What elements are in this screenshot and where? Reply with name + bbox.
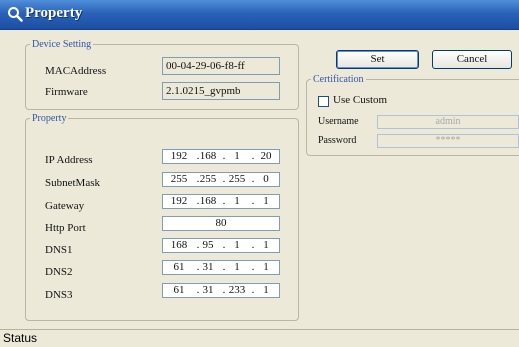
- ip-octet: 0: [263, 173, 269, 185]
- http-port-field[interactable]: 80: [162, 216, 280, 231]
- property-legend: Property: [32, 113, 67, 124]
- password-field[interactable]: *****: [377, 134, 519, 148]
- ip-octet: 1: [263, 195, 269, 207]
- ip-octet: 31: [202, 284, 214, 296]
- mac-address-label: MACAddress: [45, 65, 107, 77]
- certification-legend: Certification: [313, 74, 364, 85]
- username-field[interactable]: admin: [377, 115, 519, 129]
- ip-octet: 1: [234, 261, 240, 273]
- ip-octet: 192: [170, 150, 188, 162]
- subnet-mask-field[interactable]: 255 . 255 . 255 . 0: [162, 172, 280, 187]
- mac-address-field: 00-04-29-06-f8-ff: [162, 57, 280, 75]
- password-label: Password: [318, 135, 357, 146]
- subnet-mask-label: SubnetMask: [45, 177, 100, 189]
- gateway-field[interactable]: 192 . 168 . 1 . 1: [162, 194, 280, 209]
- dns3-label: DNS3: [45, 289, 73, 301]
- status-text: Status: [3, 331, 38, 345]
- ip-octet: 168: [199, 150, 217, 162]
- ip-octet: 1: [263, 261, 269, 273]
- ip-octet: 233: [228, 284, 246, 296]
- use-custom-label: Use Custom: [333, 94, 388, 106]
- dns1-label: DNS1: [45, 244, 73, 256]
- ip-octet: 255: [170, 173, 188, 185]
- dns2-field[interactable]: 61 . 31 . 1 . 1: [162, 260, 280, 275]
- device-setting-legend: Device Setting: [32, 39, 92, 50]
- magnifier-icon: [7, 6, 23, 22]
- ip-octet: 20: [260, 150, 272, 162]
- ip-octet: 1: [234, 195, 240, 207]
- ip-octet: 168: [199, 195, 217, 207]
- window-title: Property: [25, 5, 83, 21]
- ip-octet: 168: [170, 239, 188, 251]
- ip-address-field[interactable]: 192 . 168 . 1 . 20: [162, 149, 280, 164]
- ip-octet: 255: [199, 173, 217, 185]
- ip-octet: 255: [228, 173, 246, 185]
- cancel-button[interactable]: Cancel: [432, 50, 512, 69]
- ip-octet: 31: [202, 261, 214, 273]
- gateway-label: Gateway: [45, 200, 85, 212]
- username-label: Username: [318, 116, 359, 127]
- dns2-label: DNS2: [45, 266, 73, 278]
- status-bar: Status: [0, 329, 519, 347]
- ip-octet: 1: [234, 239, 240, 251]
- set-button[interactable]: Set: [336, 50, 419, 69]
- ip-octet: 61: [173, 284, 185, 296]
- ip-octet: 192: [170, 195, 188, 207]
- title-bar: Property: [0, 0, 519, 30]
- http-port-label: Http Port: [45, 222, 86, 234]
- dns3-field[interactable]: 61 . 31 . 233 . 1: [162, 283, 280, 298]
- ip-octet: 1: [234, 150, 240, 162]
- ip-octet: 95: [202, 239, 214, 251]
- dns1-field[interactable]: 168 . 95 . 1 . 1: [162, 238, 280, 253]
- ip-octet: 1: [263, 239, 269, 251]
- ip-octet: 1: [263, 284, 269, 296]
- ip-address-label: IP Address: [45, 154, 93, 166]
- ip-octet: 61: [173, 261, 185, 273]
- use-custom-checkbox[interactable]: [318, 96, 329, 107]
- firmware-label: Firmware: [45, 86, 88, 98]
- firmware-field: 2.1.0215_gvpmb: [162, 82, 280, 100]
